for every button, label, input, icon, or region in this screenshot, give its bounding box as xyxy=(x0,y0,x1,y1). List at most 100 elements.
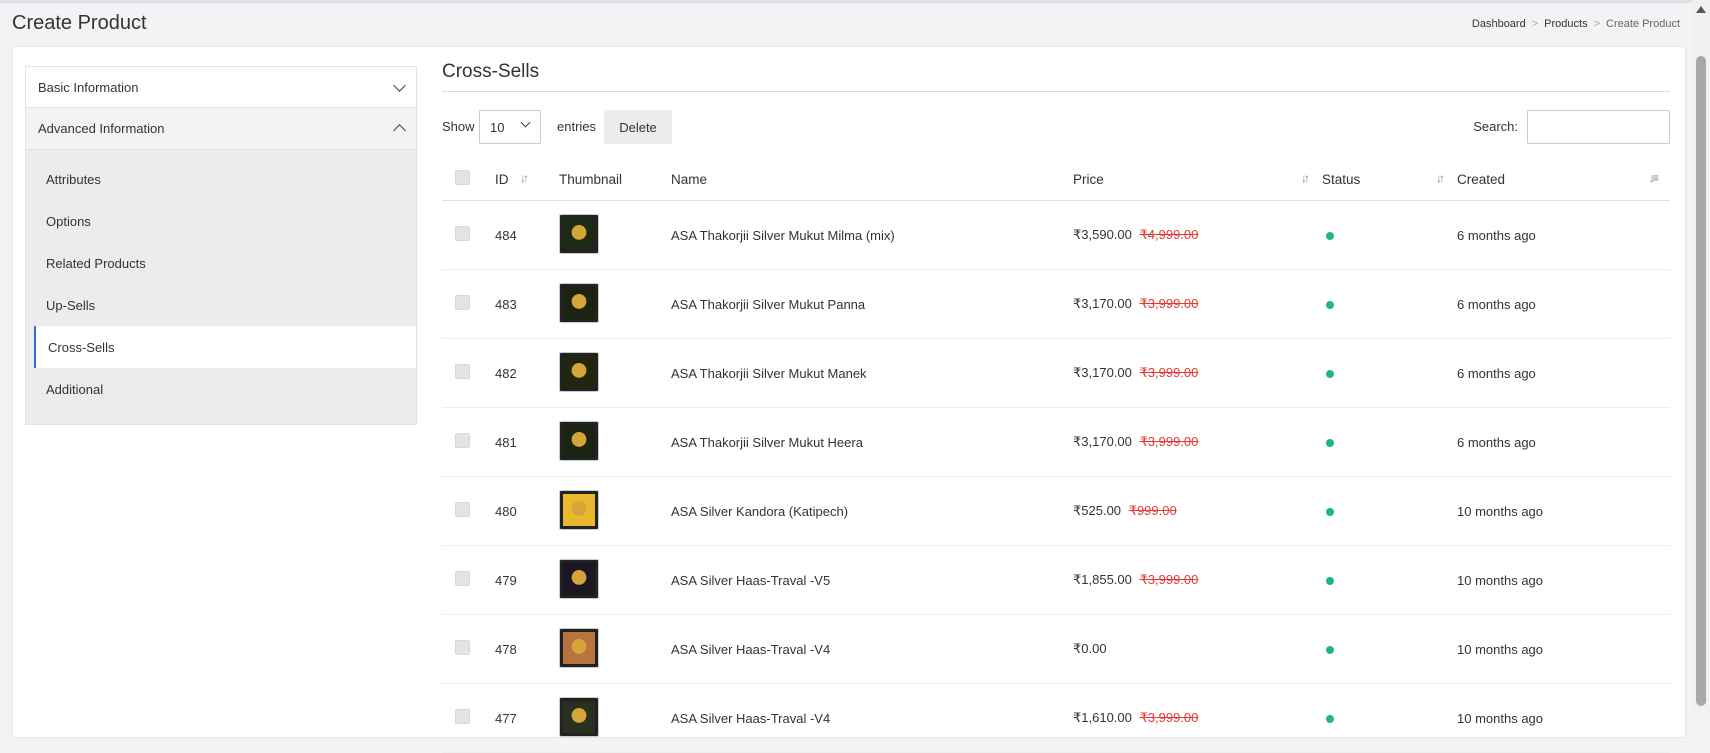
breadcrumb-separator: > xyxy=(1531,18,1539,30)
row-created: 6 months ago xyxy=(1456,269,1670,339)
row-name: ASA Thakorjii Silver Mukut Heera xyxy=(670,407,1072,477)
table-row[interactable]: 478 ASA Silver Haas-Traval -V4 ₹0.00 10 mo… xyxy=(442,614,1670,684)
table-row[interactable]: 481 ASA Thakorjii Silver Mukut Heera ₹3,17… xyxy=(442,407,1670,477)
product-thumbnail xyxy=(559,420,599,461)
select-all-checkbox[interactable] xyxy=(455,170,470,185)
column-header-status[interactable]: Status ↓↑ xyxy=(1321,158,1456,201)
row-thumbnail-cell xyxy=(558,614,670,684)
row-price-cell: ₹3,170.00 ₹3,999.00 xyxy=(1072,407,1321,477)
breadcrumb-products[interactable]: Products xyxy=(1544,18,1587,30)
sort-desc-icon[interactable]: ↓≡ xyxy=(1649,171,1659,185)
table-header-row: ID ↓↑ Thumbnail Name Price ↓↑ Status ↓↑ … xyxy=(442,158,1670,201)
breadcrumb-current: Create Product xyxy=(1606,18,1680,30)
column-header-price[interactable]: Price ↓↑ xyxy=(1072,158,1321,201)
row-price: ₹3,590.00 xyxy=(1073,227,1132,242)
sidebar-item-attributes[interactable]: Attributes xyxy=(34,158,416,200)
entries-select[interactable]: 10 xyxy=(479,110,541,144)
status-active-dot-icon xyxy=(1326,369,1334,378)
row-id: 481 xyxy=(494,407,558,477)
status-active-dot-icon xyxy=(1326,231,1334,240)
row-select-cell xyxy=(442,269,494,339)
row-price-cell: ₹525.00 ₹999.00 xyxy=(1072,476,1321,546)
row-thumbnail-cell xyxy=(558,338,670,408)
column-header-id[interactable]: ID ↓↑ xyxy=(494,158,558,201)
row-thumbnail-cell xyxy=(558,407,670,477)
row-select-cell xyxy=(442,545,494,615)
row-price-cell: ₹3,170.00 ₹3,999.00 xyxy=(1072,338,1321,408)
row-status-cell xyxy=(1321,407,1456,477)
column-label: Name xyxy=(671,171,708,187)
sidebar-item-related-products[interactable]: Related Products xyxy=(34,242,416,284)
row-checkbox[interactable] xyxy=(455,364,470,379)
row-price: ₹3,170.00 xyxy=(1073,434,1132,449)
row-status-cell xyxy=(1321,269,1456,339)
row-name: ASA Thakorjii Silver Mukut Manek xyxy=(670,338,1072,408)
row-name: ASA Silver Haas-Traval -V5 xyxy=(670,545,1072,615)
thumbnail-image xyxy=(563,355,595,388)
column-header-created[interactable]: Created ↓≡ xyxy=(1456,158,1670,201)
sidebar-item-options[interactable]: Options xyxy=(34,200,416,242)
sort-icon[interactable]: ↓↑ xyxy=(1436,171,1445,185)
breadcrumb: Dashboard > Products > Create Product xyxy=(1472,18,1680,30)
table-row[interactable]: 480 ASA Silver Kandora (Katipech) ₹525.00 … xyxy=(442,476,1670,546)
table-row[interactable]: 482 ASA Thakorjii Silver Mukut Manek ₹3,17… xyxy=(442,338,1670,408)
scrollbar-thumb[interactable] xyxy=(1696,56,1706,706)
content-card: Basic Information Advanced Information A… xyxy=(12,46,1686,753)
row-checkbox[interactable] xyxy=(455,502,470,517)
sidebar-item-additional[interactable]: Additional xyxy=(34,368,416,410)
thumbnail-image xyxy=(563,217,595,250)
delete-button[interactable]: Delete xyxy=(604,110,672,144)
chevron-down-icon xyxy=(393,78,406,92)
row-price-cell: ₹3,590.00 ₹4,999.00 xyxy=(1072,200,1321,270)
row-status-cell xyxy=(1321,200,1456,270)
column-label: Created xyxy=(1457,171,1506,187)
row-created: 10 months ago xyxy=(1456,545,1670,615)
row-checkbox[interactable] xyxy=(455,295,470,310)
table-row[interactable]: 479 ASA Silver Haas-Traval -V5 ₹1,855.00 ₹… xyxy=(442,545,1670,615)
thumbnail-image xyxy=(563,424,595,457)
table-row[interactable]: 484 ASA Thakorjii Silver Mukut Milma (mix… xyxy=(442,200,1670,270)
row-checkbox[interactable] xyxy=(455,640,470,655)
row-checkbox[interactable] xyxy=(455,571,470,586)
column-header-name: Name xyxy=(670,158,1072,201)
row-old-price: ₹3,999.00 xyxy=(1139,572,1199,587)
main-panel: Cross-Sells Show 10 entries Delete Searc… xyxy=(442,61,1670,753)
row-status-cell xyxy=(1321,614,1456,684)
column-label: Price xyxy=(1073,171,1104,187)
row-price-cell: ₹1,855.00 ₹3,999.00 xyxy=(1072,545,1321,615)
row-price: ₹3,170.00 xyxy=(1073,365,1132,380)
row-price: ₹525.00 xyxy=(1073,503,1122,518)
row-status-cell xyxy=(1321,476,1456,546)
sort-icon[interactable]: ↓↑ xyxy=(520,171,529,185)
row-old-price: ₹3,999.00 xyxy=(1139,710,1199,725)
entries-label: entries xyxy=(557,119,597,134)
row-checkbox[interactable] xyxy=(455,433,470,448)
sidebar-item-cross-sells[interactable]: Cross-Sells xyxy=(34,326,416,368)
scroll-up-arrow-icon[interactable] xyxy=(1696,6,1706,13)
table-row[interactable]: 477 ASA Silver Haas-Traval -V4 ₹1,610.00 ₹… xyxy=(442,683,1670,753)
row-checkbox[interactable] xyxy=(455,226,470,241)
row-id: 482 xyxy=(494,338,558,408)
product-thumbnail xyxy=(559,351,599,392)
row-id: 479 xyxy=(494,545,558,615)
row-old-price: ₹3,999.00 xyxy=(1139,365,1199,380)
row-created: 10 months ago xyxy=(1456,476,1670,546)
cross-sells-table: ID ↓↑ Thumbnail Name Price ↓↑ Status ↓↑ … xyxy=(442,158,1670,753)
table-row[interactable]: 483 ASA Thakorjii Silver Mukut Panna ₹3,17… xyxy=(442,269,1670,339)
sort-icon[interactable]: ↓↑ xyxy=(1301,171,1310,185)
accordion-advanced-information[interactable]: Advanced Information xyxy=(25,108,417,150)
search-input[interactable] xyxy=(1527,110,1670,144)
status-active-dot-icon xyxy=(1326,714,1334,723)
page-scrollbar[interactable] xyxy=(1692,0,1710,717)
accordion-basic-information[interactable]: Basic Information xyxy=(25,66,417,108)
product-thumbnail xyxy=(559,489,599,530)
row-price-cell: ₹3,170.00 ₹3,999.00 xyxy=(1072,269,1321,339)
sidebar-item-up-sells[interactable]: Up-Sells xyxy=(34,284,416,326)
status-active-dot-icon xyxy=(1326,507,1334,516)
row-old-price: ₹4,999.00 xyxy=(1139,227,1199,242)
search-label: Search: xyxy=(1473,119,1518,134)
row-price: ₹0.00 xyxy=(1073,641,1107,656)
column-header-thumbnail: Thumbnail xyxy=(558,158,670,201)
breadcrumb-dashboard[interactable]: Dashboard xyxy=(1472,18,1526,30)
row-thumbnail-cell xyxy=(558,200,670,270)
